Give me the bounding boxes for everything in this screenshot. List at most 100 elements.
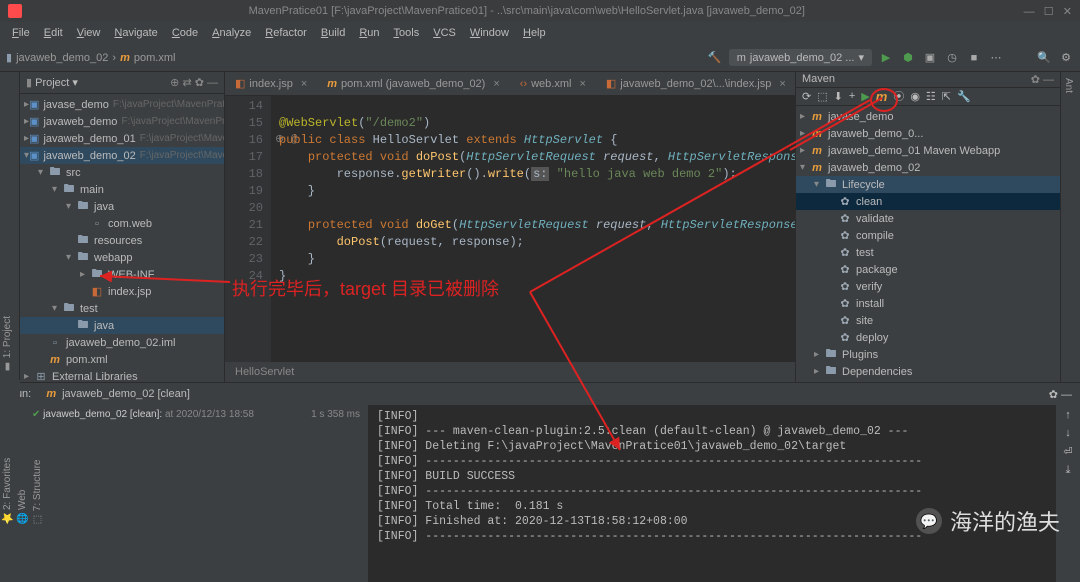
download-icon[interactable]: ⬇ — [834, 90, 843, 103]
maven-item-validate[interactable]: ✿validate — [796, 210, 1060, 227]
tree-item-javaweb_demo_01[interactable]: ▸▣javaweb_demo_01F:\javaProject\MavenPra… — [20, 130, 224, 147]
menu-vcs[interactable]: VCS — [427, 25, 462, 41]
editor-tabs[interactable]: ◧ index.jsp×m pom.xml (javaweb_demo_02)×… — [225, 72, 795, 96]
maven-item-javaweb_demo_0---[interactable]: ▸mjavaweb_demo_0... — [796, 125, 1060, 142]
project-tree[interactable]: ▸▣javase_demoF:\javaProject\MavenPratice… — [20, 94, 224, 382]
tree-item-javaweb_demo[interactable]: ▸▣javaweb_demoF:\javaProject\MavenPra... — [20, 113, 224, 130]
console-output[interactable]: [INFO] [INFO] --- maven-clean-plugin:2.5… — [369, 405, 1056, 582]
maven-item-install[interactable]: ✿install — [796, 295, 1060, 312]
breadcrumb[interactable]: ▮ javaweb_demo_02 › m pom.xml — [6, 51, 175, 64]
tree-item-test[interactable]: ▾🖿test — [20, 300, 224, 317]
window-controls[interactable]: — ☐ ✕ — [1024, 5, 1072, 18]
menu-window[interactable]: Window — [464, 25, 515, 41]
more-icon[interactable]: ⋯ — [988, 50, 1004, 66]
maven-item-test[interactable]: ✿test — [796, 244, 1060, 261]
settings-icon[interactable]: ⚙ — [1058, 50, 1074, 66]
editor-breadcrumb[interactable]: HelloServlet — [225, 362, 795, 382]
structure-tab[interactable]: ⬚ 7: Structure — [30, 384, 45, 531]
editor-tab[interactable]: m pom.xml (javaweb_demo_02)× — [317, 74, 510, 94]
soft-wrap-icon[interactable]: ⏎ — [1063, 445, 1072, 458]
menu-view[interactable]: View — [71, 25, 107, 41]
maven-m-icon: m — [876, 89, 888, 104]
editor-tab[interactable]: ◧ index.jsp× — [225, 73, 317, 94]
run-right-toolbar[interactable]: ↑ ↓ ⏎ ⤓ — [1056, 405, 1080, 582]
up-icon[interactable]: ↑ — [1065, 409, 1071, 421]
run-panel-settings[interactable]: ✿ — — [1049, 388, 1072, 401]
tree-item-main[interactable]: ▾🖿main — [20, 181, 224, 198]
maven-item-site[interactable]: ✿site — [796, 312, 1060, 329]
generate-icon[interactable]: ⬚ — [817, 90, 827, 103]
project-panel-tools[interactable]: ⊕ ⇄ ✿ — — [170, 76, 218, 89]
menu-code[interactable]: Code — [166, 25, 204, 41]
tree-item-src[interactable]: ▾🖿src — [20, 164, 224, 181]
debug-icon[interactable]: ⬢ — [900, 50, 916, 66]
maven-item-compile[interactable]: ✿compile — [796, 227, 1060, 244]
menu-build[interactable]: Build — [315, 25, 351, 41]
maven-item-javaweb_demo_01-Maven-Webapp[interactable]: ▸mjavaweb_demo_01 Maven Webapp — [796, 142, 1060, 159]
maven-item-verify[interactable]: ✿verify — [796, 278, 1060, 295]
breadcrumb-module[interactable]: javaweb_demo_02 — [16, 52, 108, 64]
maven-item-javase_demo[interactable]: ▸mjavase_demo — [796, 108, 1060, 125]
wrench-icon[interactable]: 🔧 — [957, 90, 971, 103]
reload-icon[interactable]: ⟳ — [802, 90, 811, 103]
maven-tree[interactable]: ▸mjavase_demo▸mjavaweb_demo_0...▸mjavawe… — [796, 106, 1060, 382]
tree-item-javase_demo[interactable]: ▸▣javase_demoF:\javaProject\MavenPratice… — [20, 96, 224, 113]
tree-item-javaweb_demo_02-iml[interactable]: ▫javaweb_demo_02.iml — [20, 334, 224, 351]
menu-navigate[interactable]: Navigate — [108, 25, 163, 41]
tree-item-index-jsp[interactable]: ◧index.jsp — [20, 283, 224, 300]
editor-area: ◧ index.jsp×m pom.xml (javaweb_demo_02)×… — [225, 72, 795, 382]
menu-analyze[interactable]: Analyze — [206, 25, 257, 41]
add-icon[interactable]: + — [849, 90, 855, 102]
tree-item-com-web[interactable]: ▫com.web — [20, 215, 224, 232]
maven-panel-settings[interactable]: ✿ — — [1031, 73, 1054, 86]
run-config-selector[interactable]: mjavaweb_demo_02 ... ▾ — [729, 49, 872, 66]
profile-icon[interactable]: ◷ — [944, 50, 960, 66]
menu-tools[interactable]: Tools — [388, 25, 426, 41]
ant-tab[interactable]: Ant — [1061, 72, 1076, 382]
menu-run[interactable]: Run — [353, 25, 385, 41]
maven-item-Dependencies[interactable]: ▸🖿Dependencies — [796, 363, 1060, 380]
maven-item-clean[interactable]: ✿clean — [796, 193, 1060, 210]
menu-help[interactable]: Help — [517, 25, 552, 41]
maven-item-javaweb_demo_02[interactable]: ▾mjavaweb_demo_02 — [796, 159, 1060, 176]
run-config-name: javaweb_demo_02 [clean] — [62, 388, 190, 400]
coverage-icon[interactable]: ▣ — [922, 50, 938, 66]
menu-refactor[interactable]: Refactor — [259, 25, 313, 41]
menu-edit[interactable]: Edit — [38, 25, 69, 41]
tree-item-webapp[interactable]: ▾🖿webapp — [20, 249, 224, 266]
web-tab[interactable]: 🌐 Web — [15, 384, 30, 531]
menu-file[interactable]: File — [6, 25, 36, 41]
maven-item-Lifecycle[interactable]: ▾🖿Lifecycle — [796, 176, 1060, 193]
tree-item-External-Libraries[interactable]: ▸⊞External Libraries — [20, 368, 224, 382]
tree-item-resources[interactable]: 🖿resources — [20, 232, 224, 249]
maven-item-Plugins[interactable]: ▸🖿Plugins — [796, 346, 1060, 363]
maven-item-deploy[interactable]: ✿deploy — [796, 329, 1060, 346]
toggle-offline-icon[interactable]: ⦿ — [893, 88, 904, 104]
scroll-icon[interactable]: ⤓ — [1066, 464, 1071, 477]
editor-tab[interactable]: ◧ javaweb_demo_02\...\index.jsp× — [596, 73, 795, 94]
collapse-icon[interactable]: ⇱ — [942, 90, 951, 103]
execute-goal-icon[interactable]: ▶ — [861, 90, 869, 103]
tree-item-WEB-INF[interactable]: ▸🖿WEB-INF — [20, 266, 224, 283]
build-icon[interactable]: 🔨 — [707, 50, 723, 66]
toggle-skip-icon[interactable]: ◉ — [910, 90, 920, 103]
favorites-tab[interactable]: ⭐ 2: Favorites — [0, 384, 15, 531]
show-deps-icon[interactable]: ☷ — [926, 90, 936, 103]
run-history[interactable]: ✔ javaweb_demo_02 [clean]: at 2020/12/13… — [24, 405, 369, 582]
maven-item-package[interactable]: ✿package — [796, 261, 1060, 278]
watermark: 💬 海洋的渔夫 — [916, 505, 1060, 537]
down-icon[interactable]: ↓ — [1065, 427, 1071, 439]
tree-item-javaweb_demo_02[interactable]: ▾▣javaweb_demo_02F:\javaProject\MavenPra… — [20, 147, 224, 164]
database-tab[interactable]: Database — [1076, 72, 1080, 382]
code-editor[interactable]: @WebServlet("/demo2") public class Hello… — [271, 96, 795, 362]
breadcrumb-file[interactable]: pom.xml — [134, 52, 176, 64]
editor-tab[interactable]: ‹› web.xml× — [510, 74, 596, 94]
tree-item-pom-xml[interactable]: mpom.xml — [20, 351, 224, 368]
run-icon[interactable]: ▶ — [878, 50, 894, 66]
stop-icon[interactable]: ■ — [966, 50, 982, 66]
tree-item-java[interactable]: ▾🖿java — [20, 198, 224, 215]
search-icon[interactable]: 🔍 — [1036, 50, 1052, 66]
project-tool-tab[interactable]: ▮ 1: Project — [0, 76, 15, 378]
tree-item-java[interactable]: 🖿java — [20, 317, 224, 334]
maven-toolbar[interactable]: ⟳ ⬚ ⬇ + ▶ m ⦿ ◉ ☷ ⇱ 🔧 — [796, 88, 1060, 106]
